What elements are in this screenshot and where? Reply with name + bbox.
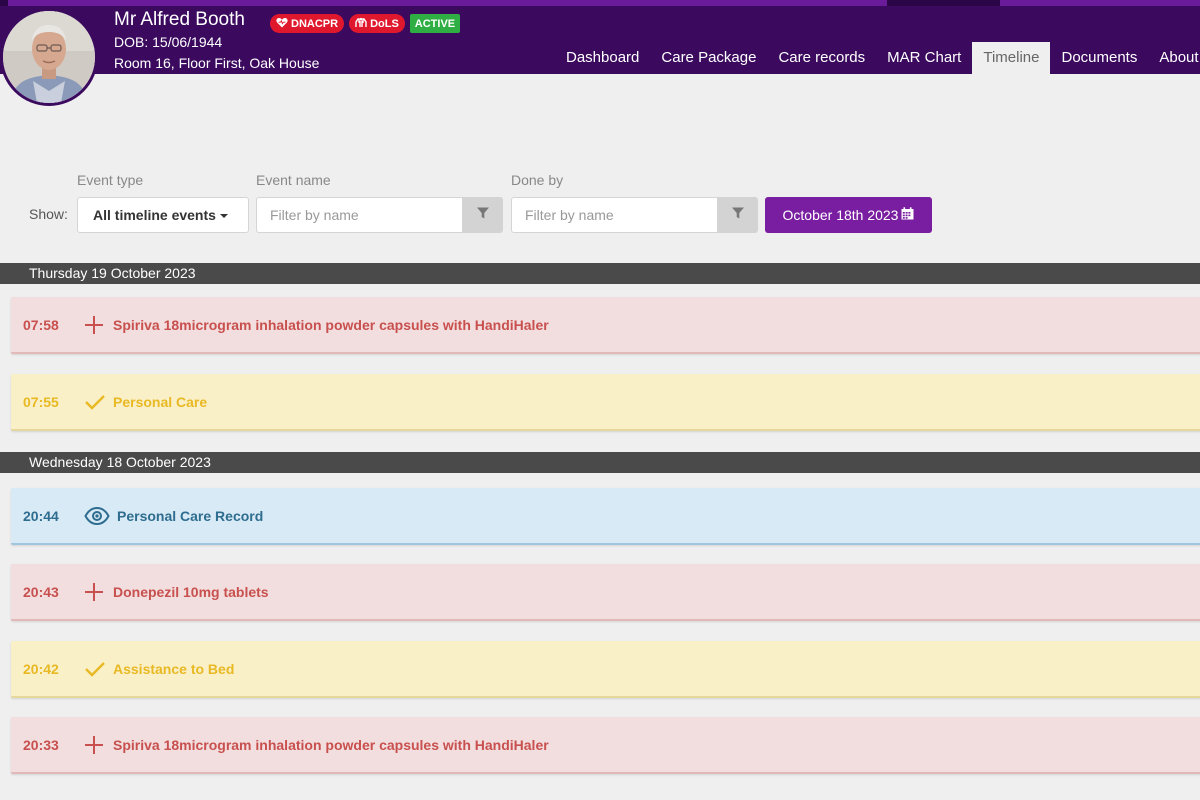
timeline-event[interactable]: 20:42 Assistance to Bed	[11, 641, 1200, 698]
event-time: 20:44	[23, 507, 59, 524]
done-by-input[interactable]	[511, 197, 717, 233]
done-by-filter-button[interactable]	[717, 197, 758, 233]
event-time: 07:58	[23, 316, 59, 333]
done-by-filter	[511, 197, 758, 233]
dnacpr-badge: DNACPR	[270, 14, 345, 33]
event-type-value: All timeline events	[93, 207, 216, 223]
tab-dashboard[interactable]: Dashboard	[555, 42, 650, 74]
timeline-event[interactable]: 07:58 Spiriva 18microgram inhalation pow…	[11, 297, 1200, 354]
tab-timeline[interactable]: Timeline	[972, 42, 1051, 74]
plus-icon	[84, 314, 112, 336]
event-name: Spiriva 18microgram inhalation powder ca…	[113, 316, 549, 333]
patient-name: Mr Alfred Booth	[114, 9, 245, 30]
event-name: Spiriva 18microgram inhalation powder ca…	[113, 736, 549, 753]
event-name-filter	[256, 197, 503, 233]
timeline-event[interactable]: 20:43 Donepezil 10mg tablets	[11, 564, 1200, 621]
dols-badge-label: DoLS	[370, 17, 399, 30]
date-label: October 18th 2023	[782, 207, 899, 223]
dols-badge: DoLS	[349, 14, 405, 33]
patient-room: Room 16, Floor First, Oak House	[114, 55, 320, 71]
event-name: Assistance to Bed	[113, 660, 235, 677]
caret-down-icon	[219, 214, 228, 219]
funnel-icon	[476, 206, 490, 225]
dnacpr-badge-label: DNACPR	[291, 17, 339, 30]
plus-icon	[84, 581, 112, 603]
event-name-label: Event name	[256, 172, 331, 188]
event-name: Personal Care	[113, 393, 208, 410]
calendar-icon	[901, 207, 914, 223]
plus-icon	[84, 734, 112, 756]
hands-icon	[355, 17, 367, 31]
tab-care-package[interactable]: Care Package	[650, 42, 767, 74]
tab-about[interactable]: About I	[1148, 42, 1200, 74]
check-icon	[84, 658, 112, 680]
day-header: Wednesday 18 October 2023	[0, 452, 1200, 473]
event-time: 20:33	[23, 736, 59, 753]
event-name: Personal Care Record	[117, 507, 264, 524]
status-badges: DNACPR DoLS ACTIVE	[270, 14, 461, 33]
event-name-input[interactable]	[256, 197, 462, 233]
event-type-label: Event type	[77, 172, 144, 188]
show-label: Show:	[29, 206, 68, 222]
patient-header: Mr Alfred Booth DOB: 15/06/1944 Room 16,…	[0, 0, 1200, 74]
date-picker-button[interactable]: October 18th 2023	[765, 197, 932, 233]
event-name: Donepezil 10mg tablets	[113, 583, 269, 600]
timeline-event[interactable]: 20:44 Personal Care Record	[11, 488, 1200, 545]
funnel-icon	[731, 206, 745, 225]
timeline-event[interactable]: 20:33 Spiriva 18microgram inhalation pow…	[11, 717, 1200, 774]
timeline-event[interactable]: 07:55 Personal Care	[11, 374, 1200, 431]
tab-mar-chart[interactable]: MAR Chart	[876, 42, 972, 74]
main-nav: Dashboard Care Package Care records MAR …	[555, 42, 1200, 74]
event-time: 20:43	[23, 583, 59, 600]
heart-icon	[276, 17, 288, 31]
header-topbar	[0, 0, 1200, 6]
event-time: 07:55	[23, 393, 59, 410]
event-type-dropdown[interactable]: All timeline events	[77, 197, 249, 233]
event-time: 20:42	[23, 660, 59, 677]
active-badge: ACTIVE	[409, 14, 461, 33]
event-name-filter-button[interactable]	[462, 197, 503, 233]
day-header: Thursday 19 October 2023	[0, 263, 1200, 284]
avatar	[0, 8, 98, 106]
patient-dob: DOB: 15/06/1944	[114, 34, 223, 50]
eye-icon	[84, 505, 116, 527]
check-icon	[84, 391, 112, 413]
tab-documents[interactable]: Documents	[1050, 42, 1148, 74]
done-by-label: Done by	[511, 172, 564, 188]
tab-care-records[interactable]: Care records	[767, 42, 876, 74]
